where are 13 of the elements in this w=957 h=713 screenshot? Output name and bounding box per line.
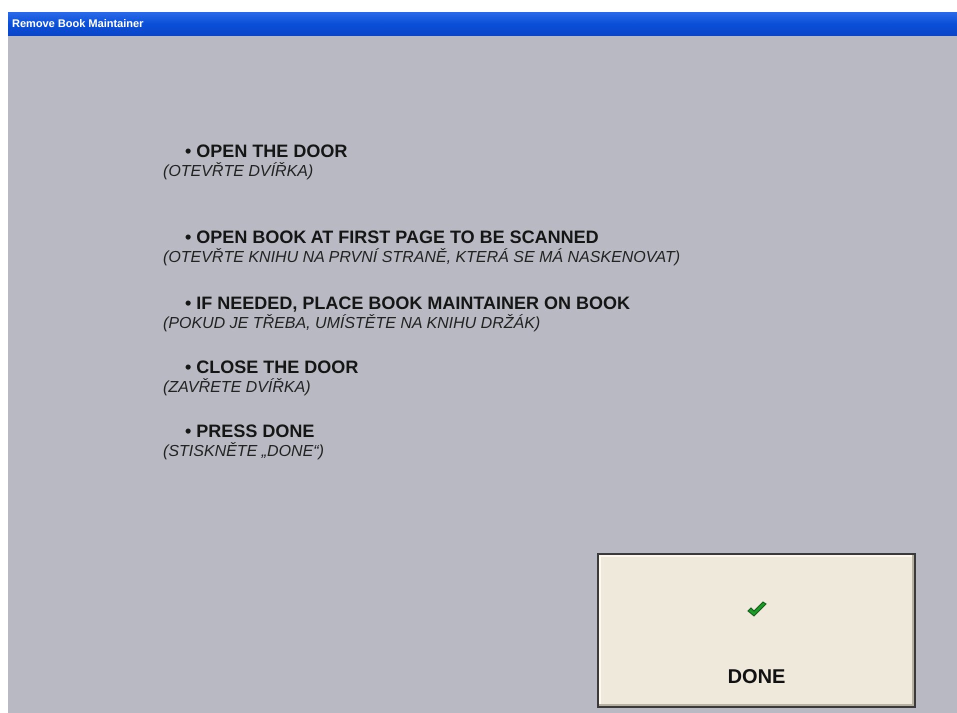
instruction-text: • PRESS DONE — [185, 420, 314, 442]
instruction-text: • OPEN THE DOOR — [185, 140, 348, 162]
instruction-text: • CLOSE THE DOOR — [185, 356, 358, 378]
translation-text: (POKUD JE TŘEBA, UMÍSTĚTE NA KNIHU DRŽÁK) — [163, 314, 540, 334]
checkmark-icon — [746, 601, 768, 619]
translation-text: (ZAVŘETE DVÍŘKA) — [163, 378, 311, 398]
instruction-text: • IF NEEDED, PLACE BOOK MAINTAINER ON BOOK — [185, 292, 630, 314]
instruction-text: • OPEN BOOK AT FIRST PAGE TO BE SCANNED — [185, 226, 599, 248]
translation-text: (STISKNĚTE „DONE“) — [163, 442, 324, 462]
translation-text: (OTEVŘTE DVÍŘKA) — [163, 162, 314, 182]
window-title: Remove Book Maintainer — [12, 16, 144, 32]
translation-text: (OTEVŘTE KNIHU NA PRVNÍ STRANĚ, KTERÁ SE MÁ NASKENOVAT) — [163, 248, 680, 268]
done-button[interactable]: DONE — [597, 553, 916, 708]
